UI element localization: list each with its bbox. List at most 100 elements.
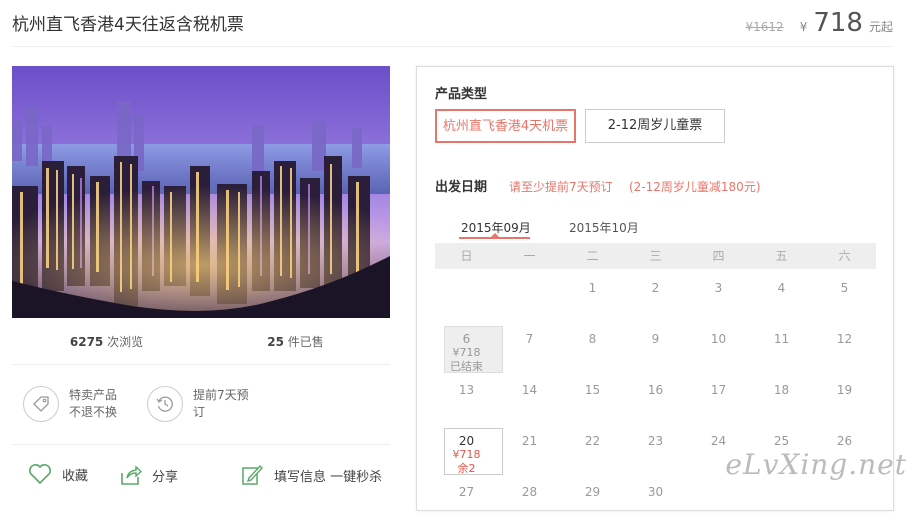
calendar-day-number: 21 xyxy=(521,434,538,448)
calendar-day: 27 xyxy=(435,477,498,528)
calendar-day-number: 13 xyxy=(458,383,475,397)
calendar-day-status: 余2 xyxy=(457,462,476,475)
calendar-day-number: 18 xyxy=(773,383,790,397)
product-type-child-ticket[interactable]: 2-12周岁儿童票 xyxy=(585,109,725,143)
calendar-day-number: 15 xyxy=(584,383,601,397)
price-block: ¥1612 ¥ 718 元起 xyxy=(746,8,893,38)
calendar-day-number: 1 xyxy=(588,281,597,295)
calendar-day: 5 xyxy=(813,273,876,324)
calendar-day-number: 11 xyxy=(773,332,790,346)
feature-special-sale: 特卖产品 不退不换 xyxy=(23,386,117,422)
calendar-day: 7 xyxy=(498,324,561,375)
product-type-adult-ticket[interactable]: 杭州直飞香港4天机票 xyxy=(435,109,576,143)
calendar-day-number: 3 xyxy=(714,281,723,295)
calendar-day-number: 4 xyxy=(777,281,786,295)
calendar-day: 15 xyxy=(561,375,624,426)
divider xyxy=(12,364,390,365)
sold-count: 25 件已售 xyxy=(267,335,324,349)
calendar-day-number: 29 xyxy=(584,485,601,499)
calendar-day: 13 xyxy=(435,375,498,426)
calendar-day-number: 6 xyxy=(462,332,471,346)
views-count: 6275 次浏览 xyxy=(69,335,144,349)
calendar-day-number: 14 xyxy=(521,383,538,397)
weekday-thu: 四 xyxy=(712,249,725,263)
calendar-day: 17 xyxy=(687,375,750,426)
tag-icon xyxy=(23,386,59,422)
calendar-day: 2 xyxy=(624,273,687,324)
calendar-day: 4 xyxy=(750,273,813,324)
calendar-day-number: 26 xyxy=(836,434,853,448)
weekday-mon: 一 xyxy=(523,249,536,263)
calendar-day: 16 xyxy=(624,375,687,426)
advance-booking-notice: 请至少提前7天预订 xyxy=(509,180,613,194)
calendar-weekday-header: 日 一 二 三 四 五 六 xyxy=(435,243,876,269)
calendar-day-status: 已结束 xyxy=(450,360,483,373)
calendar-day-number: 10 xyxy=(710,332,727,346)
heart-icon xyxy=(29,464,51,485)
child-discount-notice: (2-12周岁儿童减180元) xyxy=(629,180,761,194)
calendar-day: 8 xyxy=(561,324,624,375)
product-title: 杭州直飞香港4天往返含税机票 xyxy=(12,15,244,35)
calendar-day-price: ¥718 xyxy=(452,448,481,461)
tab-month-oct[interactable]: 2015年10月 xyxy=(569,219,639,236)
edit-icon xyxy=(242,464,263,485)
calendar-day-number: 17 xyxy=(710,383,727,397)
calendar-day-price: ¥718 xyxy=(452,346,481,359)
calendar-day: 23 xyxy=(624,426,687,477)
product-photo xyxy=(12,66,390,318)
active-tab-underline xyxy=(459,237,530,239)
weekday-tue: 二 xyxy=(586,249,599,263)
calendar-day-number: 20 xyxy=(458,434,475,448)
favorite-button[interactable]: 收藏 xyxy=(28,463,88,485)
calendar-day: 10 xyxy=(687,324,750,375)
feature-advance-booking: 提前7天预 订 xyxy=(147,386,249,422)
calendar-day-number: 5 xyxy=(840,281,849,295)
original-price: ¥1612 xyxy=(745,20,784,34)
calendar-day: 1 xyxy=(561,273,624,324)
calendar-day xyxy=(435,273,498,324)
weekday-wed: 三 xyxy=(649,249,662,263)
calendar-day: 28 xyxy=(498,477,561,528)
stats-row: 6275 次浏览 25 件已售 xyxy=(12,330,390,354)
calendar-day: 18 xyxy=(750,375,813,426)
booking-panel: 产品类型 杭州直飞香港4天机票 2-12周岁儿童票 出发日期 请至少提前7天预订… xyxy=(416,66,894,511)
calendar-day: 9 xyxy=(624,324,687,375)
calendar-day-number: 16 xyxy=(647,383,664,397)
watermark: eLvXing.net xyxy=(725,448,907,481)
calendar-day: 19 xyxy=(813,375,876,426)
calendar-day: 22 xyxy=(561,426,624,477)
calendar-day-number: 19 xyxy=(836,383,853,397)
header-divider xyxy=(12,46,893,47)
price-suffix: 元起 xyxy=(868,20,893,34)
calendar-day: 3 xyxy=(687,273,750,324)
calendar-day-number: 24 xyxy=(710,434,727,448)
calendar-day: 14 xyxy=(498,375,561,426)
divider xyxy=(12,444,390,445)
calendar-grid: 1 2 3 4 5 6 ¥718 已结束 7 8 9 10 11 12 13 14 15 16 17 18 19 20 ¥7… xyxy=(435,273,876,528)
calendar-day-number: 30 xyxy=(647,485,664,499)
calendar-day-number: 2 xyxy=(651,281,660,295)
product-type-label: 产品类型 xyxy=(435,87,488,102)
calendar-day[interactable]: 20 ¥718 余2 xyxy=(435,426,503,477)
calendar-day-number: 25 xyxy=(773,434,790,448)
fill-info-button[interactable]: 填写信息 一键秒杀 xyxy=(240,463,382,487)
calendar-day xyxy=(498,273,561,324)
calendar-day: 21 xyxy=(498,426,561,477)
calendar-day-number: 28 xyxy=(521,485,538,499)
calendar-day: 6 ¥718 已结束 xyxy=(435,324,503,375)
calendar-day: 11 xyxy=(750,324,813,375)
calendar-day-number: 22 xyxy=(584,434,601,448)
weekday-sat: 六 xyxy=(838,249,851,263)
calendar-day-number: 27 xyxy=(458,485,475,499)
calendar-day-number: 12 xyxy=(836,332,853,346)
calendar-day: 29 xyxy=(561,477,624,528)
departure-date-label: 出发日期 xyxy=(435,180,488,195)
calendar-day-number: 23 xyxy=(647,434,664,448)
calendar-day-number: 7 xyxy=(525,332,534,346)
clock-history-icon xyxy=(147,386,183,422)
share-icon xyxy=(121,465,142,485)
share-button[interactable]: 分享 xyxy=(118,463,178,487)
currency-symbol: ¥ xyxy=(799,20,808,34)
weekday-fri: 五 xyxy=(775,249,788,263)
calendar-day: 30 xyxy=(624,477,687,528)
